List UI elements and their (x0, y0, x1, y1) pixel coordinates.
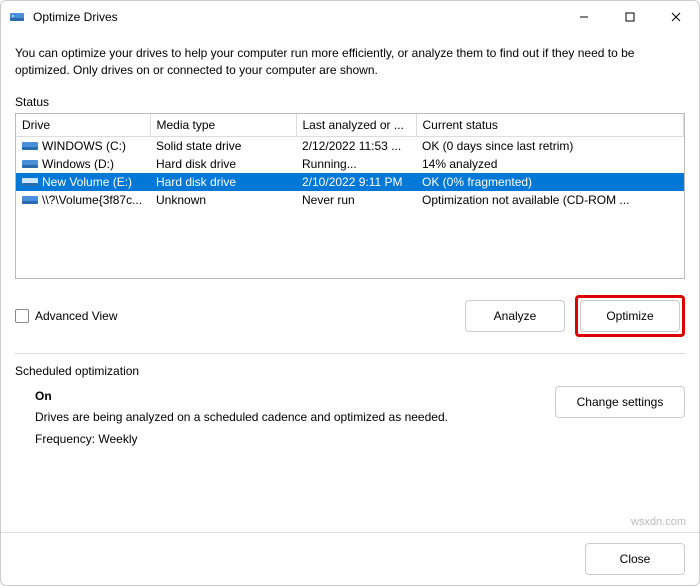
window-title: Optimize Drives (33, 10, 561, 24)
maximize-button[interactable] (607, 1, 653, 33)
checkbox-icon (15, 309, 29, 323)
scheduled-freq: Frequency: Weekly (35, 429, 555, 451)
table-row[interactable]: WINDOWS (C:) Solid state drive2/12/2022 1… (16, 136, 684, 155)
current-status: Optimization not available (CD-ROM ... (416, 191, 684, 209)
current-status: 14% analyzed (416, 155, 684, 173)
advanced-view-checkbox[interactable]: Advanced View (15, 309, 465, 323)
titlebar: Optimize Drives (1, 1, 699, 33)
change-settings-button[interactable]: Change settings (555, 386, 685, 418)
description-text: You can optimize your drives to help you… (15, 45, 685, 79)
table-header-row: Drive Media type Last analyzed or ... Cu… (16, 114, 684, 137)
drive-name: \\?\Volume{3f87c... (42, 193, 142, 207)
current-status: OK (0 days since last retrim) (416, 136, 684, 155)
last-analyzed: 2/12/2022 11:53 ... (296, 136, 416, 155)
drive-name: WINDOWS (C:) (42, 139, 126, 153)
actions-row: Advanced View Analyze Optimize (15, 295, 685, 337)
col-media[interactable]: Media type (150, 114, 296, 137)
app-icon (9, 9, 25, 25)
scheduled-state: On (35, 386, 555, 408)
optimize-highlight: Optimize (575, 295, 685, 337)
table-row[interactable]: \\?\Volume{3f87c... UnknownNever runOptim… (16, 191, 684, 209)
minimize-button[interactable] (561, 1, 607, 33)
drives-table: Drive Media type Last analyzed or ... Cu… (15, 113, 685, 279)
col-status[interactable]: Current status (416, 114, 684, 137)
last-analyzed: 2/10/2022 9:11 PM (296, 173, 416, 191)
drive-icon (22, 176, 38, 188)
scheduled-heading: Scheduled optimization (15, 364, 685, 378)
watermark-text: wsxdn.com (631, 516, 686, 528)
table-row[interactable]: Windows (D:) Hard disk driveRunning...14%… (16, 155, 684, 173)
analyze-button[interactable]: Analyze (465, 300, 565, 332)
status-heading: Status (15, 95, 685, 109)
separator (15, 353, 685, 354)
media-type: Hard disk drive (150, 173, 296, 191)
media-type: Unknown (150, 191, 296, 209)
col-analyzed[interactable]: Last analyzed or ... (296, 114, 416, 137)
drive-name: New Volume (E:) (42, 175, 132, 189)
drive-icon (22, 194, 38, 206)
scheduled-section: On Drives are being analyzed on a schedu… (15, 386, 685, 451)
drive-name: Windows (D:) (42, 157, 114, 171)
optimize-button[interactable]: Optimize (580, 300, 680, 332)
drive-icon (22, 140, 38, 152)
advanced-view-label: Advanced View (35, 309, 118, 323)
last-analyzed: Running... (296, 155, 416, 173)
current-status: OK (0% fragmented) (416, 173, 684, 191)
content-area: You can optimize your drives to help you… (1, 33, 699, 532)
drive-icon (22, 158, 38, 170)
footer: Close (1, 532, 699, 585)
col-drive[interactable]: Drive (16, 114, 150, 137)
optimize-drives-window: Optimize Drives You can optimize your dr… (0, 0, 700, 586)
media-type: Solid state drive (150, 136, 296, 155)
last-analyzed: Never run (296, 191, 416, 209)
table-row[interactable]: New Volume (E:) Hard disk drive2/10/2022 … (16, 173, 684, 191)
close-window-button[interactable] (653, 1, 699, 33)
scheduled-desc: Drives are being analyzed on a scheduled… (35, 407, 555, 429)
media-type: Hard disk drive (150, 155, 296, 173)
close-button[interactable]: Close (585, 543, 685, 575)
